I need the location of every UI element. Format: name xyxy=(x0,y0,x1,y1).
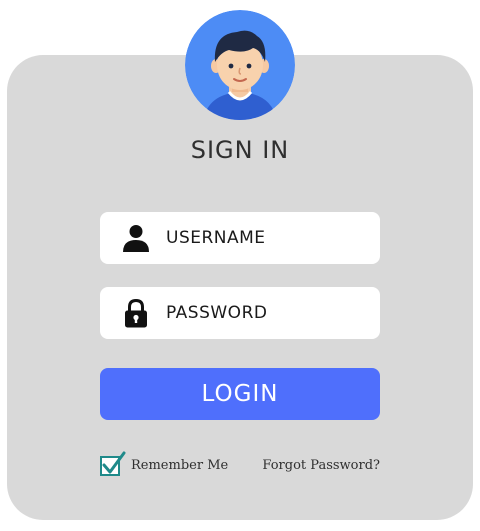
login-button[interactable]: LOGIN xyxy=(100,368,380,420)
avatar xyxy=(185,10,295,120)
remember-label: Remember Me xyxy=(131,457,229,473)
page-title: SIGN IN xyxy=(190,136,290,164)
remember-me[interactable]: Remember Me xyxy=(100,451,229,478)
remember-checkbox[interactable] xyxy=(100,451,126,476)
login-screen: SIGN IN LOGIN Remember Me Forgot Passwor… xyxy=(0,0,480,531)
password-input[interactable] xyxy=(166,287,366,339)
username-input[interactable] xyxy=(166,212,366,264)
checkmark-icon xyxy=(100,451,126,476)
password-field[interactable] xyxy=(100,287,380,339)
user-icon xyxy=(123,225,149,252)
username-field[interactable] xyxy=(100,212,380,264)
forgot-password-link[interactable]: Forgot Password? xyxy=(262,458,380,473)
lock-icon xyxy=(125,298,147,328)
avatar-icon xyxy=(185,10,295,120)
